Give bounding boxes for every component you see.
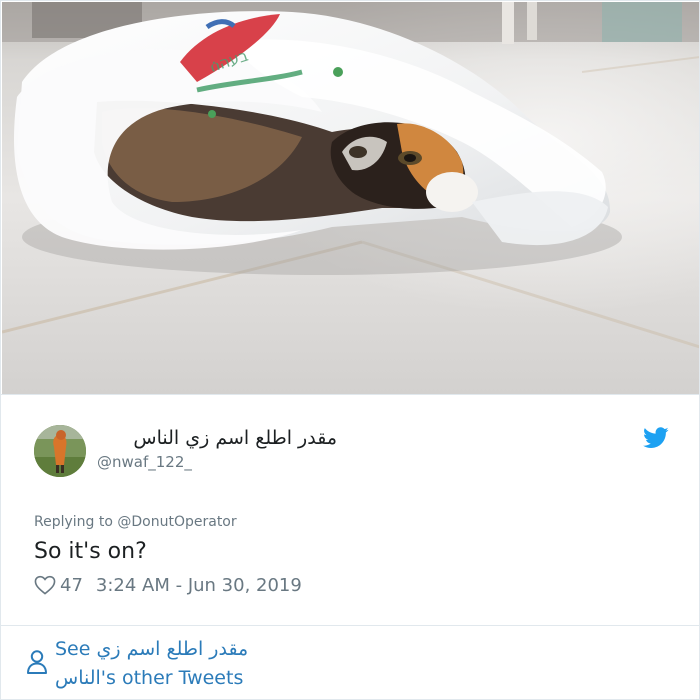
avatar[interactable] — [34, 425, 86, 477]
embedded-tweet-card: ሰבעה مقدر اطلع اسم زي الناس @nwaf_122_ R… — [0, 0, 700, 700]
display-name[interactable]: مقدر اطلع اسم زي الناس — [97, 427, 337, 449]
user-handle[interactable]: @nwaf_122_ — [97, 453, 192, 471]
timestamp[interactable]: 3:24 AM - Jun 30, 2019 — [96, 575, 302, 596]
tweet-text: So it's on? — [34, 539, 147, 564]
other-tweets-line-1[interactable]: See مقدر اطلع اسم زي — [55, 635, 295, 664]
avatar-image — [34, 425, 86, 477]
photo-divider — [1, 394, 699, 395]
person-icon — [27, 650, 47, 674]
see-other-tweets-link[interactable]: See مقدر اطلع اسم زي الناس's other Tweet… — [55, 635, 295, 693]
like-count[interactable]: 47 — [60, 575, 83, 596]
replying-to[interactable]: Replying to @DonutOperator — [34, 514, 237, 531]
tweet-meta: 47 3:24 AM - Jun 30, 2019 — [34, 573, 302, 597]
footer-divider — [1, 625, 699, 626]
twitter-bird-icon[interactable] — [643, 427, 669, 449]
other-tweets-line-2[interactable]: الناس's other Tweets — [55, 664, 295, 693]
cat-in-bag-image: ሰבעה — [2, 2, 699, 394]
heart-icon[interactable] — [34, 575, 56, 595]
tweet-photo[interactable]: ሰבעה — [2, 2, 699, 394]
